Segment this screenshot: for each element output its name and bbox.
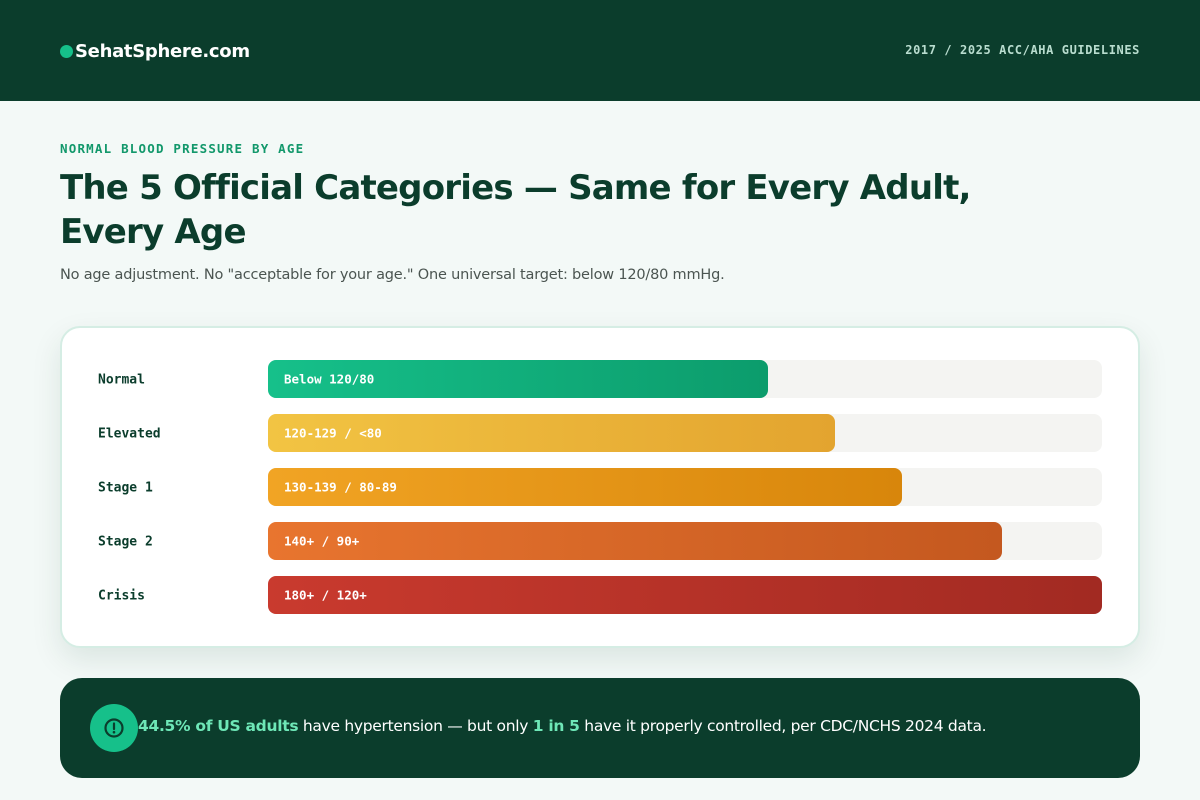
brand-dot-icon [60,44,73,58]
banner-text-part2: have it properly controlled, per CDC/NCH… [579,717,987,735]
category-label-elevated: Elevated [98,427,161,442]
banner-text-part1: have hypertension — but only [298,717,533,735]
stat-controlled-ratio: 1 in 5 [532,717,580,735]
bar-stage-2 [268,522,1002,560]
guidelines-label: 2017 / 2025 ACC/AHA GUIDELINES [905,43,1140,57]
section-eyebrow: NORMAL BLOOD PRESSURE BY AGE [60,141,305,156]
bar-crisis [268,576,1102,614]
category-label-crisis: Crisis [98,589,145,604]
stats-banner: 44.5% of US adults have hypertension — b… [60,678,1140,778]
chart-card: Normal Below 120/80 Elevated 120-129 / <80 S… [60,326,1140,648]
page-subtitle: No age adjustment. No "acceptable for yo… [60,267,725,283]
bar-label-stage-2: 140+ / 90+ [284,534,360,549]
brand-name: SehatSphere.com [75,40,250,62]
bar-label-crisis: 180+ / 120+ [284,588,367,603]
stat-hypertension-share: 44.5% of US adults [138,717,299,735]
site-header: SehatSphere.com 2017 / 2025 ACC/AHA GUID… [0,0,1200,101]
bar-label-normal: Below 120/80 [284,372,374,387]
category-label-normal: Normal [98,373,145,388]
category-label-stage-1: Stage 1 [98,481,153,496]
category-label-stage-2: Stage 2 [98,535,153,550]
bar-label-stage-1: 130-139 / 80-89 [284,480,397,495]
alert-circle-icon [90,704,138,752]
bp-category-chart: Normal Below 120/80 Elevated 120-129 / <80 S… [98,360,1102,614]
bar-label-elevated: 120-129 / <80 [284,426,382,441]
banner-text: 44.5% of US adults have hypertension — b… [138,717,987,735]
page-title: The 5 Official Categories — Same for Eve… [60,168,971,252]
brand-logo[interactable]: SehatSphere.com [60,38,250,64]
